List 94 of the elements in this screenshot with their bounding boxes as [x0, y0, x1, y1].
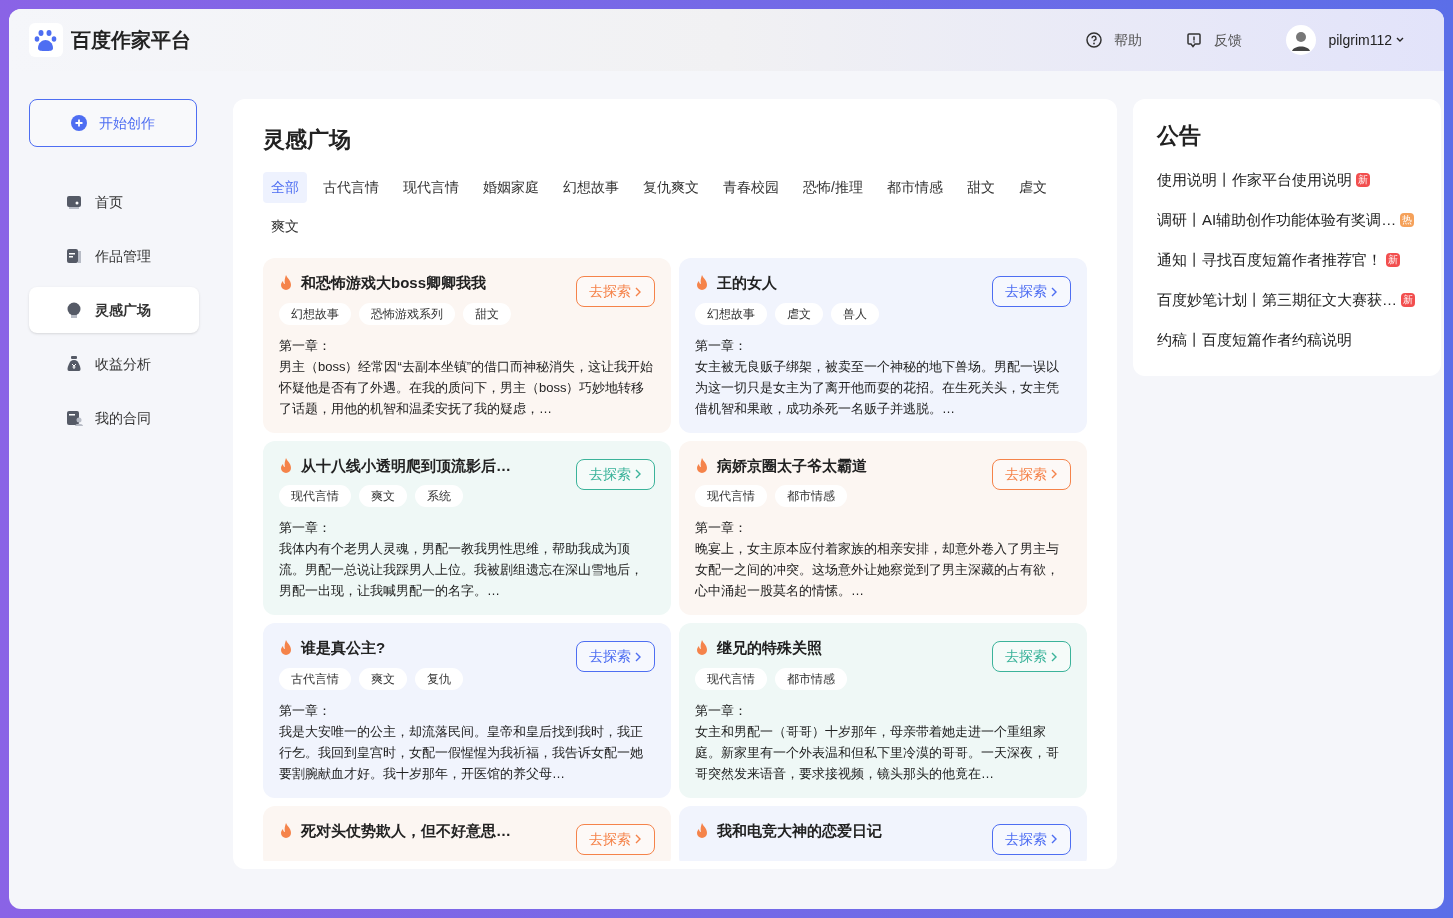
- flame-icon: [279, 822, 293, 839]
- chevron-right-icon: [1051, 834, 1058, 844]
- chevron-right-icon: [635, 834, 642, 844]
- story-summary: 我是大安唯一的公主，却流落民间。皇帝和皇后找到我时，我正行乞。我回到皇宫时，女配一假惺惺为我祈福，我告诉女配一她要割腕献血才好。我十岁那年，开医馆的养父母…: [279, 722, 644, 783]
- tag: 系统: [415, 485, 463, 507]
- flame-icon: [695, 822, 709, 839]
- filter-chip[interactable]: 幻想故事: [555, 172, 627, 203]
- notice-badge: 新: [1356, 173, 1370, 187]
- story-title: 谁是真公主?: [301, 638, 386, 658]
- tag: 虐文: [775, 302, 823, 325]
- story-summary: 晚宴上，女主原本应付着家族的相亲安排，却意外卷入了男主与女配一之间的冲突。这场意外让她察觉到了男主深藏的占有欲，心中涌起一股莫名的情愫。…: [695, 540, 1060, 600]
- filter-chip[interactable]: 甜文: [958, 172, 1003, 203]
- chapter-label: 第一章：: [695, 336, 748, 355]
- chevron-right-icon: [1051, 286, 1058, 297]
- explore-button[interactable]: 去探索: [992, 276, 1071, 307]
- chapter-label: 第一章：: [695, 519, 748, 537]
- filter-chip[interactable]: 虐文: [1010, 172, 1055, 203]
- notice-badge: 新: [1401, 293, 1415, 307]
- feedback-icon: [1186, 32, 1203, 48]
- tag: 现代言情: [695, 667, 767, 690]
- avatar-icon[interactable]: [1286, 25, 1317, 55]
- story-title: 王的女人: [717, 273, 777, 293]
- story-title: 和恐怖游戏大boss卿卿我我: [301, 273, 486, 293]
- chapter-label: 第一章：: [279, 336, 332, 355]
- story-summary: 女主被无良贩子绑架，被卖至一个神秘的地下兽场。男配一误以为这一切只是女主为了离开他而耍的花招。在生死关头，女主凭借机智和果敢，成功杀死一名贩子并逃脱。…: [695, 357, 1060, 418]
- story-summary: 我体内有个老男人灵魂，男配一教我男性思维，帮助我成为顶流。男配一总说让我踩男人上位。我被剧组遗忘在深山雪地后，男配一出现，让我喊男配一的名字。…: [279, 540, 644, 600]
- flame-icon: [695, 640, 709, 657]
- sidebar-item[interactable]: 灵感广场: [29, 287, 199, 333]
- filter-chip[interactable]: 古代言情: [315, 172, 387, 203]
- tag: 爽文: [359, 485, 407, 507]
- tag: 都市情感: [775, 485, 847, 507]
- notice-link[interactable]: 使用说明丨作家平台使用说明: [1157, 168, 1352, 192]
- notice-link[interactable]: 调研丨AI辅助创作功能体验有奖调…: [1157, 208, 1397, 232]
- chapter-label: 第一章：: [279, 701, 332, 720]
- flame-icon: [695, 275, 709, 292]
- chapter-label: 第一章：: [279, 519, 332, 537]
- filter-chip[interactable]: 婚姻家庭: [475, 172, 547, 203]
- story-summary: 男主（boss）经常因“去副本坐镇”的借口而神秘消失，这让我开始怀疑他是否有了外遇。在我的质问下，男主（boss）巧妙地转移了话题，用他的机智和温柔安抚了我的疑虑，…: [279, 357, 655, 418]
- tag: 古代言情: [279, 667, 351, 690]
- story-summary: 女主和男配一（哥哥）十岁那年，母亲带着她走进一个重组家庭。新家里有一个外表温和但私下里冷漠的哥哥。一天深夜，哥哥突然发来语音，要求接视频，镜头那头的他竟在…: [695, 722, 1060, 783]
- chevron-right-icon: [635, 469, 642, 479]
- tag: 甜文: [463, 302, 511, 325]
- header-link[interactable]: 反馈: [1186, 29, 1243, 51]
- chevron-right-icon: [1051, 651, 1058, 662]
- flame-icon: [279, 640, 293, 657]
- tag: 幻想故事: [279, 302, 351, 325]
- tag: 兽人: [831, 302, 879, 325]
- tag: 复仇: [415, 667, 463, 690]
- sidebar-item[interactable]: 收益分析: [29, 341, 199, 387]
- tag: 都市情感: [775, 667, 847, 690]
- notice-link[interactable]: 通知丨寻找百度短篇作者推荐官！: [1157, 248, 1382, 272]
- story-title: 我和电竞大神的恋爱日记: [717, 820, 882, 841]
- sidebar-item[interactable]: 我的合同: [29, 395, 199, 441]
- tag: 现代言情: [695, 485, 767, 507]
- flame-icon: [279, 457, 293, 474]
- filter-chip[interactable]: 都市情感: [878, 172, 951, 203]
- caret-down-icon: [1396, 37, 1404, 43]
- notice-badge: 新: [1386, 253, 1400, 267]
- filter-chip[interactable]: 复仇爽文: [635, 172, 707, 203]
- flame-icon: [695, 457, 709, 474]
- filter-chip[interactable]: 青春校园: [715, 172, 787, 203]
- story-title: 继兄的特殊关照: [717, 638, 822, 658]
- chevron-right-icon: [635, 651, 642, 662]
- chevron-right-icon: [635, 286, 642, 297]
- notice-badge: 热: [1400, 213, 1415, 227]
- tag: 现代言情: [279, 485, 351, 507]
- notice-link[interactable]: 百度妙笔计划丨第三期征文大赛获…: [1157, 288, 1397, 312]
- story-title: 从十八线小透明爬到顶流影后…: [301, 455, 511, 476]
- user-menu[interactable]: pilgrim112: [1328, 29, 1404, 51]
- tag: 爽文: [359, 667, 407, 690]
- explore-button[interactable]: 去探索: [576, 641, 655, 672]
- paw-logo-icon: [29, 23, 63, 57]
- sidebar-item[interactable]: 作品管理: [29, 233, 199, 279]
- explore-button[interactable]: 去探索: [992, 823, 1071, 855]
- story-title: 病娇京圈太子爷太霸道: [717, 455, 867, 476]
- page-title: 灵感广场: [263, 126, 352, 154]
- sidebar-item[interactable]: 首页: [29, 179, 199, 225]
- brand-name: 百度作家平台: [71, 28, 191, 53]
- filter-chip[interactable]: 现代言情: [395, 172, 467, 203]
- header-link[interactable]: 帮助: [1086, 29, 1143, 51]
- notice-link[interactable]: 约稿丨百度短篇作者约稿说明: [1157, 328, 1352, 352]
- filter-chip[interactable]: 恐怖/推理: [795, 172, 871, 203]
- plus-circle-icon: [71, 115, 87, 131]
- filter-chip[interactable]: 爽文: [263, 211, 307, 242]
- help-icon: [1086, 32, 1103, 48]
- tag: 幻想故事: [695, 302, 767, 325]
- filter-chip[interactable]: 全部: [263, 172, 307, 203]
- notice-title: 公告: [1157, 122, 1202, 150]
- create-button[interactable]: 开始创作: [29, 99, 197, 147]
- tag: 恐怖游戏系列: [359, 302, 455, 325]
- flame-icon: [279, 275, 293, 292]
- chapter-label: 第一章：: [695, 701, 748, 720]
- chevron-right-icon: [1051, 469, 1058, 479]
- story-title: 死对头仗势欺人，但不好意思…: [301, 820, 511, 841]
